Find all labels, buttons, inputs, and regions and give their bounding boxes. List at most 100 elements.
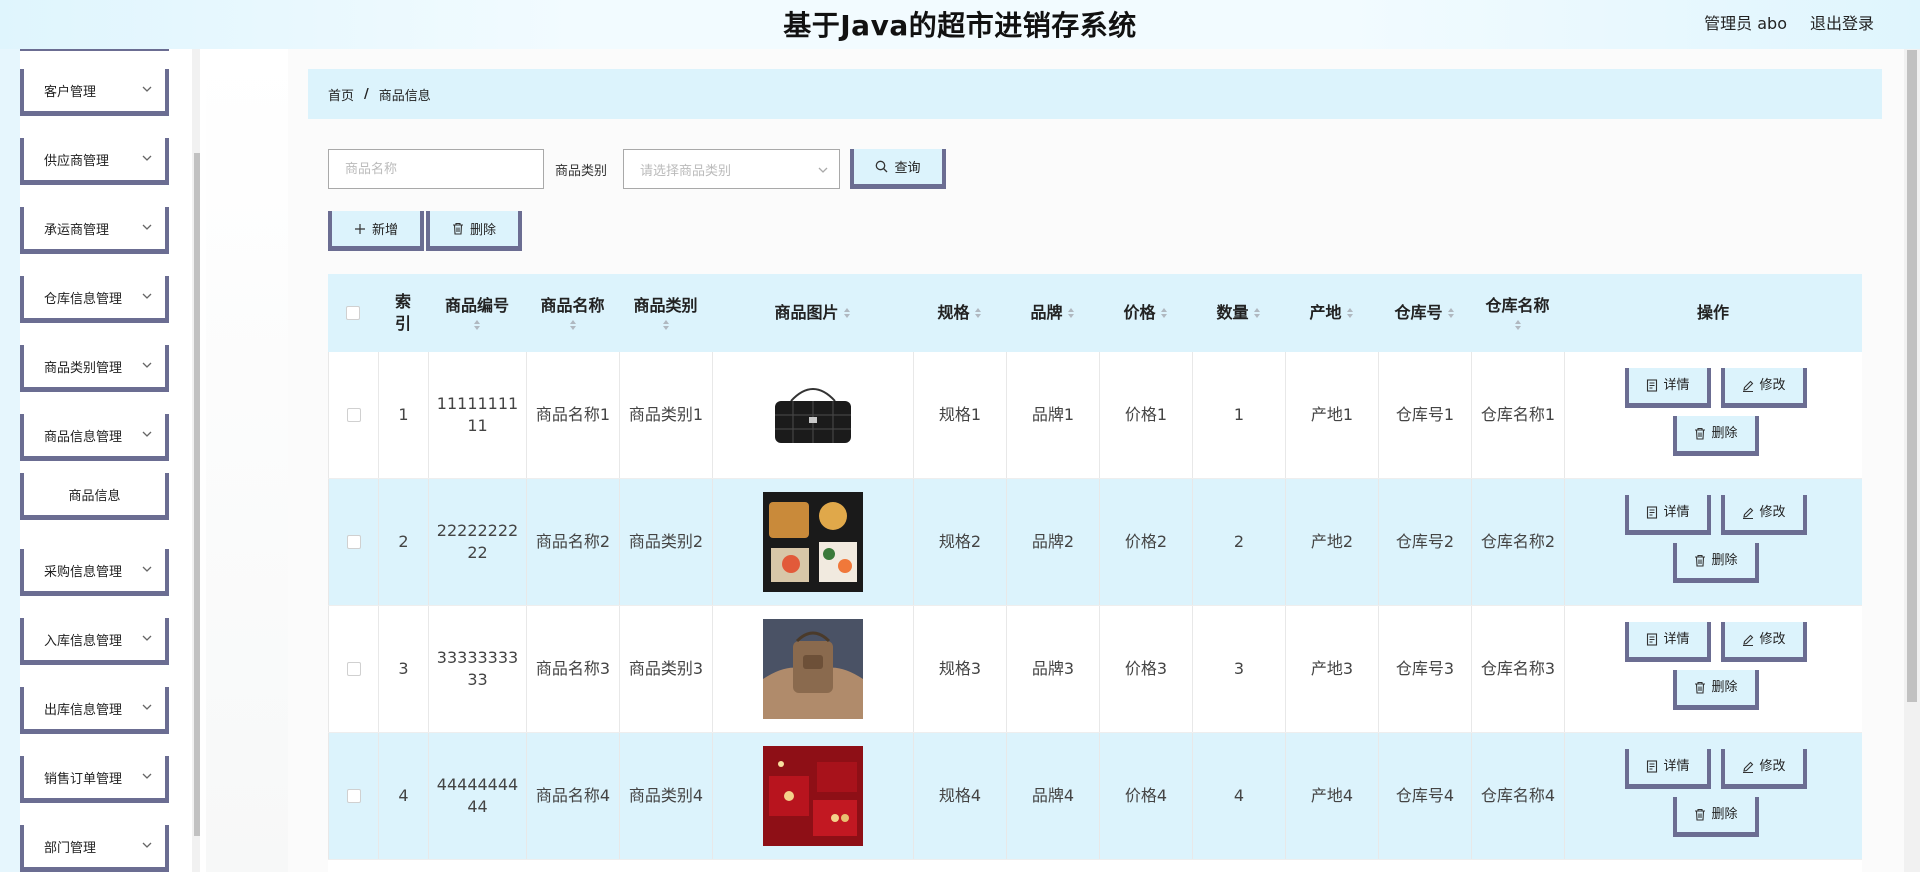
- header-warehouse-no[interactable]: 仓库号: [1378, 274, 1471, 352]
- delete-button[interactable]: 删除: [1673, 670, 1759, 710]
- delete-button-label: 删除: [1711, 806, 1738, 822]
- edit-button[interactable]: 修改: [1721, 749, 1807, 789]
- sidebar-item-inbound[interactable]: 入库信息管理: [20, 618, 169, 665]
- header-select-all[interactable]: [328, 274, 378, 352]
- header-qty[interactable]: 数量: [1192, 274, 1285, 352]
- sidebar-item-label: 承运商管理: [44, 222, 110, 238]
- sort-icon[interactable]: [1160, 307, 1168, 319]
- sort-icon[interactable]: [1514, 319, 1522, 331]
- sidebar-item-purchase[interactable]: 采购信息管理: [20, 549, 169, 596]
- chevron-down-icon: [142, 293, 152, 299]
- row-select-cell: [328, 733, 378, 859]
- table-header: 索引 商品编号 商品名称 商品类别 商品图片 规格 品牌 价格 数量 产地 仓库…: [328, 274, 1862, 352]
- sort-icon[interactable]: [1346, 307, 1354, 319]
- sidebar-item-departments[interactable]: 部门管理: [20, 825, 169, 872]
- header-qty-label: 数量: [1216, 303, 1249, 322]
- cell-text: 商品类别2: [628, 532, 704, 551]
- batch-delete-button[interactable]: 删除: [426, 211, 522, 251]
- sort-icon[interactable]: [1253, 307, 1261, 319]
- header-spec[interactable]: 规格: [913, 274, 1006, 352]
- row-checkbox[interactable]: [346, 408, 361, 422]
- sidebar-item-label: 商品信息管理: [44, 429, 123, 445]
- pencil-icon: [1743, 761, 1754, 773]
- header-name[interactable]: 商品名称: [526, 274, 619, 352]
- sort-icon[interactable]: [1447, 307, 1455, 319]
- product-image: [763, 619, 863, 719]
- chevron-down-icon: [142, 155, 152, 161]
- header-brand[interactable]: 品牌: [1006, 274, 1099, 352]
- cell-wh-no: 仓库号2: [1378, 479, 1471, 605]
- header-name-label: 商品名称: [540, 296, 605, 315]
- cell-text: 商品名称3: [535, 659, 611, 678]
- header-code[interactable]: 商品编号: [428, 274, 526, 352]
- sort-icon[interactable]: [1067, 307, 1075, 319]
- product-image-cell: [712, 352, 913, 478]
- cell-wh-name: 仓库名称4: [1471, 733, 1564, 859]
- sort-icon[interactable]: [662, 319, 670, 331]
- cell-wh-name: 仓库名称2: [1471, 479, 1564, 605]
- cell-name: 商品名称2: [526, 479, 619, 605]
- cell-wh-name: 仓库名称1: [1471, 352, 1564, 478]
- plus-icon: [354, 223, 365, 234]
- edit-button-label: 修改: [1759, 504, 1786, 520]
- category-select[interactable]: 请选择商品类别: [623, 149, 840, 189]
- sidebar-item-outbound[interactable]: 出库信息管理: [20, 687, 169, 734]
- cell-price: 价格1: [1099, 352, 1192, 478]
- query-button[interactable]: 查询: [850, 149, 946, 189]
- cell-code: 3333333333: [428, 606, 526, 732]
- header-image[interactable]: 商品图片: [712, 274, 913, 352]
- edit-button[interactable]: 修改: [1721, 495, 1807, 535]
- chevron-down-icon: [142, 635, 152, 641]
- sidebar-subitem-product-info[interactable]: 商品信息: [20, 473, 169, 520]
- header-price-label: 价格: [1123, 303, 1156, 322]
- delete-button[interactable]: 删除: [1673, 416, 1759, 456]
- sidebar-scrollbar-thumb[interactable]: [194, 153, 200, 836]
- detail-button[interactable]: 详情: [1625, 749, 1711, 789]
- edit-button[interactable]: 修改: [1721, 622, 1807, 662]
- chevron-down-icon: [142, 773, 152, 779]
- add-button[interactable]: 新增: [328, 211, 424, 251]
- row-checkbox[interactable]: [346, 662, 361, 676]
- header-category[interactable]: 商品类别: [619, 274, 712, 352]
- row-checkbox[interactable]: [346, 789, 361, 803]
- sidebar-item-sales[interactable]: 销售订单管理: [20, 756, 169, 803]
- header-index: 索引: [378, 274, 428, 352]
- sidebar-item-suppliers[interactable]: 供应商管理: [20, 138, 169, 185]
- delete-button[interactable]: 删除: [1673, 543, 1759, 583]
- sidebar-item-warehouse[interactable]: 仓库信息管理: [20, 276, 169, 323]
- product-name-input[interactable]: [328, 149, 544, 189]
- breadcrumb-separator: /: [364, 86, 369, 102]
- sort-icon[interactable]: [569, 319, 577, 331]
- cell-text: 商品名称2: [535, 532, 611, 551]
- detail-button[interactable]: 详情: [1625, 622, 1711, 662]
- cell-name: 商品名称4: [526, 733, 619, 859]
- sidebar-item-products[interactable]: 商品信息管理: [20, 414, 169, 461]
- logout-link[interactable]: 退出登录: [1810, 10, 1874, 34]
- sort-icon[interactable]: [843, 307, 851, 319]
- header-warehouse-name[interactable]: 仓库名称: [1471, 274, 1564, 352]
- cell-origin: 产地3: [1285, 606, 1378, 732]
- main-scrollbar-thumb[interactable]: [1907, 50, 1917, 702]
- delete-button-label: 删除: [1711, 425, 1738, 441]
- cell-qty: 4: [1192, 733, 1285, 859]
- document-icon: [1647, 760, 1658, 773]
- sidebar-item-customers[interactable]: 客户管理: [20, 69, 169, 116]
- detail-button[interactable]: 详情: [1625, 368, 1711, 408]
- cell-spec: 规格2: [913, 479, 1006, 605]
- header-origin[interactable]: 产地: [1285, 274, 1378, 352]
- select-all-checkbox[interactable]: [346, 306, 360, 320]
- row-checkbox[interactable]: [346, 535, 361, 549]
- sort-icon[interactable]: [473, 319, 481, 331]
- breadcrumb-home[interactable]: 首页: [328, 85, 354, 104]
- delete-button[interactable]: 删除: [1673, 797, 1759, 837]
- edit-button[interactable]: 修改: [1721, 368, 1807, 408]
- sidebar-item-categories[interactable]: 商品类别管理: [20, 345, 169, 392]
- sort-icon[interactable]: [974, 307, 982, 319]
- header-price[interactable]: 价格: [1099, 274, 1192, 352]
- chevron-down-icon: [142, 566, 152, 572]
- sidebar-item-carriers[interactable]: 承运商管理: [20, 207, 169, 254]
- document-icon: [1647, 633, 1658, 646]
- detail-button[interactable]: 详情: [1625, 495, 1711, 535]
- cell-code: 2222222222: [428, 479, 526, 605]
- cell-text: 3333333333: [436, 648, 519, 689]
